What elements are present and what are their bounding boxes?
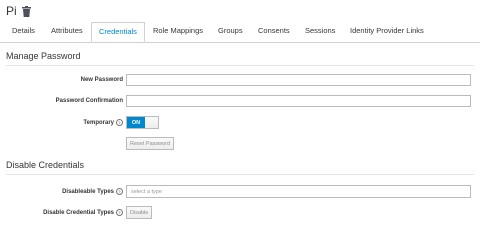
section-divider: [6, 65, 474, 66]
disable-credential-types-label: Disable Credential Types?: [43, 209, 123, 216]
page-title: Pi: [6, 4, 17, 18]
password-confirmation-field[interactable]: [126, 95, 471, 107]
tab-credentials[interactable]: Credentials: [91, 22, 145, 42]
tab-role-mappings[interactable]: Role Mappings: [153, 22, 203, 42]
tab-details[interactable]: Details: [12, 22, 35, 42]
manage-password-heading: Manage Password: [6, 51, 81, 61]
help-icon[interactable]: ?: [116, 119, 123, 126]
section-divider: [6, 174, 474, 175]
trash-icon[interactable]: [21, 5, 31, 17]
page-header: Pi: [6, 3, 31, 19]
password-confirmation-label: Password Confirmation: [55, 98, 123, 104]
tab-groups[interactable]: Groups: [218, 22, 243, 42]
toggle-knob: [145, 117, 158, 128]
disableable-types-label: Disableable Types?: [62, 188, 123, 195]
reset-password-button[interactable]: Reset Password: [126, 137, 175, 150]
tab-consents[interactable]: Consents: [258, 22, 290, 42]
tab-identity-provider-links[interactable]: Identity Provider Links: [350, 22, 424, 42]
temporary-toggle[interactable]: ON: [126, 116, 159, 129]
disable-credentials-heading: Disable Credentials: [6, 160, 85, 170]
help-icon[interactable]: ?: [116, 209, 123, 216]
disableable-types-select[interactable]: [126, 185, 471, 198]
new-password-label: New Password: [80, 77, 123, 83]
temporary-label-text: Temporary: [83, 120, 114, 127]
new-password-field[interactable]: [126, 74, 471, 86]
tab-sessions[interactable]: Sessions: [305, 22, 335, 42]
disableable-types-label-text: Disableable Types: [62, 189, 114, 196]
help-icon[interactable]: ?: [116, 188, 123, 195]
tab-bar: Details Attributes Credentials Role Mapp…: [0, 22, 480, 43]
disable-credential-types-label-text: Disable Credential Types: [43, 210, 114, 217]
toggle-on-label: ON: [127, 117, 145, 128]
disable-button[interactable]: Disable: [126, 206, 153, 219]
tab-attributes[interactable]: Attributes: [51, 22, 83, 42]
temporary-label: Temporary?: [83, 119, 123, 126]
